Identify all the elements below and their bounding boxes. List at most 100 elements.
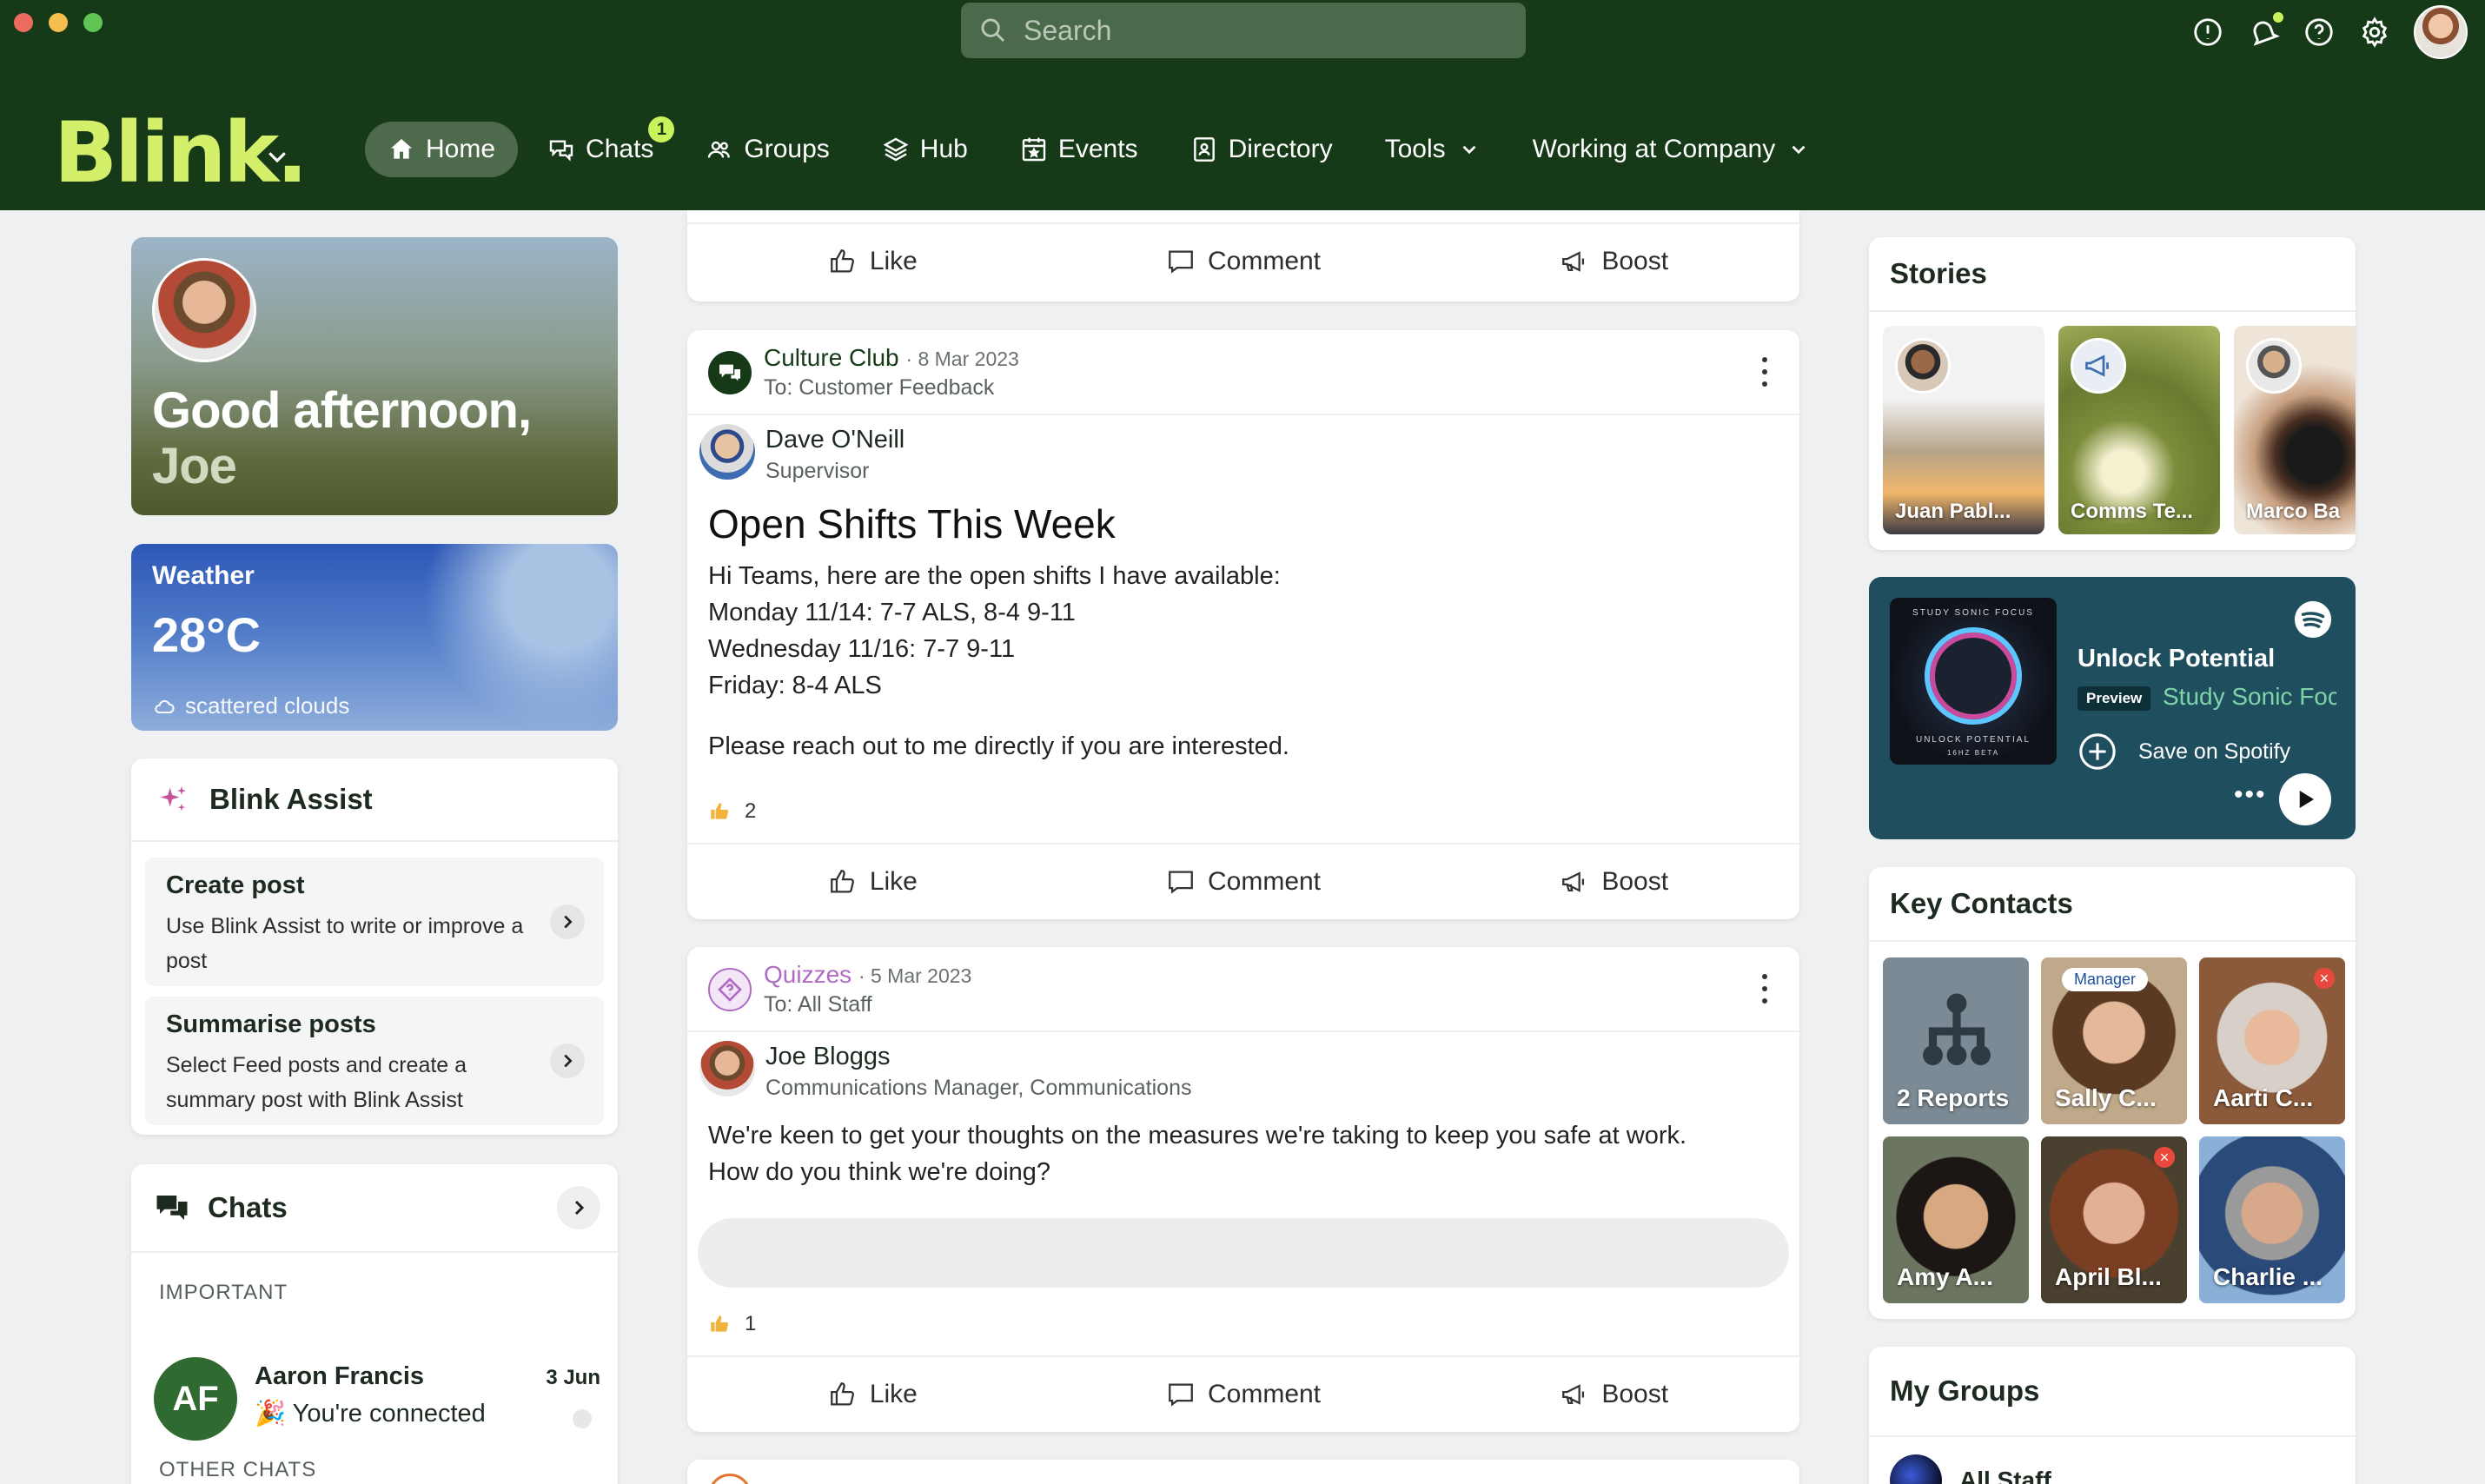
search-bar[interactable] xyxy=(961,3,1526,58)
group-avatar[interactable] xyxy=(708,968,752,1011)
post-date: · 8 Mar 2023 xyxy=(905,348,1019,370)
nav-tools[interactable]: Tools xyxy=(1362,122,1503,177)
weather-temperature: 28°C xyxy=(152,607,262,662)
save-on-spotify-label: Save on Spotify xyxy=(2138,739,2291,764)
minimize-window-button[interactable] xyxy=(49,13,68,32)
post-group-line: Culture Club · 8 Mar 2023 xyxy=(764,344,1019,372)
contact-tile[interactable]: Amy A... xyxy=(1883,1136,2029,1303)
chevron-down-icon[interactable] xyxy=(264,143,290,169)
contact-label: Sally C... xyxy=(2055,1084,2157,1111)
boost-button[interactable]: Boost xyxy=(1428,1380,1799,1409)
comment-label: Comment xyxy=(1207,247,1322,275)
top-icons xyxy=(2191,5,2468,59)
author-role: Communications Manager, Communications xyxy=(765,1076,1192,1100)
nav-events[interactable]: Events xyxy=(997,122,1161,177)
alert-icon[interactable] xyxy=(2191,16,2224,49)
like-button[interactable]: Like xyxy=(687,1380,1058,1409)
summarise-posts-action[interactable]: Summarise posts Select Feed posts and cr… xyxy=(145,997,604,1125)
remove-contact-button[interactable]: × xyxy=(2154,1147,2175,1168)
chat-row[interactable]: AF Aaron Francis 🎉 You're connected 3 Ju… xyxy=(154,1357,606,1444)
nav-groups[interactable]: Groups xyxy=(683,122,852,177)
poll-response-bar[interactable] xyxy=(698,1218,1789,1288)
contact-tile[interactable]: × Aarti C... xyxy=(2199,957,2345,1124)
comment-button[interactable]: Comment xyxy=(1058,867,1429,897)
comment-button[interactable]: Comment xyxy=(1058,247,1429,276)
group-name: All Staff xyxy=(1959,1467,2051,1484)
calendar-icon xyxy=(1022,137,1046,162)
group-avatar[interactable] xyxy=(708,351,752,394)
settings-gear-icon[interactable] xyxy=(2358,16,2391,49)
spotify-logo-icon[interactable] xyxy=(2293,600,2333,639)
thumbs-up-emoji-icon xyxy=(711,1315,729,1332)
nav-chats[interactable]: Chats 1 xyxy=(525,116,676,177)
search-icon xyxy=(981,18,1005,43)
chats-open-button[interactable] xyxy=(557,1186,600,1229)
nav-directory[interactable]: Directory xyxy=(1168,122,1355,177)
user-avatar[interactable] xyxy=(2414,5,2468,59)
greeting-text: Good afternoon, Joe xyxy=(152,383,532,494)
cloud-icon xyxy=(155,699,175,713)
boost-label: Boost xyxy=(1601,1380,1669,1408)
story-item[interactable]: Marco Ba xyxy=(2234,326,2356,534)
author-name: Dave O'Neill xyxy=(765,426,905,454)
zoom-window-button[interactable] xyxy=(83,13,103,32)
notifications-bell-icon[interactable] xyxy=(2247,10,2285,49)
more-options-icon[interactable]: ••• xyxy=(2234,780,2267,810)
cover-art xyxy=(1925,627,2022,725)
post-audience: To: All Staff xyxy=(764,992,872,1017)
megaphone-icon xyxy=(1562,871,1585,892)
post-body-line: Friday: 8-4 ALS xyxy=(708,672,882,699)
like-button[interactable]: Like xyxy=(687,867,1058,897)
create-post-go-button[interactable] xyxy=(550,904,585,939)
sparkle-icon xyxy=(160,786,186,812)
post-body-line: Wednesday 11/16: 7-7 9-11 xyxy=(708,635,1016,663)
boost-button[interactable]: Boost xyxy=(1428,247,1799,276)
quiz-icon xyxy=(718,977,742,1002)
contact-tile[interactable]: Charlie ... xyxy=(2199,1136,2345,1303)
contact-tile[interactable]: × April Bl... xyxy=(2041,1136,2187,1303)
track-artist[interactable]: Study Sonic Foc xyxy=(2163,683,2336,711)
weather-description: scattered clouds xyxy=(185,692,350,719)
post-group-name[interactable]: Quizzes xyxy=(764,961,852,988)
remove-contact-button[interactable]: × xyxy=(2314,968,2335,989)
story-item[interactable]: Juan Pabl... xyxy=(1883,326,2044,534)
nav-hub[interactable]: Hub xyxy=(859,122,991,177)
help-icon[interactable] xyxy=(2303,16,2336,49)
key-contacts-title: Key Contacts xyxy=(1869,867,2356,942)
boost-button[interactable]: Boost xyxy=(1428,867,1799,897)
group-item[interactable]: All Staff xyxy=(1890,1454,2051,1484)
top-bar: Blink. Home Chats 1 Groups Hub Events Di… xyxy=(0,0,2485,210)
track-title[interactable]: Unlock Potential xyxy=(2077,645,2275,673)
author-avatar xyxy=(699,1041,755,1096)
comment-button[interactable]: Comment xyxy=(1058,1380,1429,1409)
post-reactions[interactable]: 1 xyxy=(708,1312,756,1336)
post-group-name[interactable]: Culture Club xyxy=(764,344,899,371)
more-options-icon[interactable] xyxy=(1761,356,1768,388)
group-avatar xyxy=(1890,1454,1942,1484)
save-on-spotify-button[interactable]: Save on Spotify xyxy=(2077,732,2290,772)
post-header: Quizzes · 5 Mar 2023 To: All Staff xyxy=(687,947,1799,1032)
contact-tile[interactable]: 2 Reports xyxy=(1883,957,2029,1124)
post-reactions[interactable]: 2 xyxy=(708,799,756,824)
profile-avatar[interactable] xyxy=(152,258,256,362)
contact-tile[interactable]: Manager Sally C... xyxy=(2041,957,2187,1124)
search-input[interactable] xyxy=(1024,14,1493,47)
close-window-button[interactable] xyxy=(14,13,33,32)
nav-home[interactable]: Home xyxy=(365,122,519,177)
group-avatar[interactable] xyxy=(708,1474,752,1484)
nav-groups-label: Groups xyxy=(744,135,830,163)
album-cover[interactable]: STUDY SONIC FOCUS UNLOCK POTENTIAL 16HZ … xyxy=(1890,598,2057,765)
more-options-icon[interactable] xyxy=(1761,973,1768,1004)
chat-bubbles-icon xyxy=(719,364,740,381)
story-avatar xyxy=(2071,338,2126,394)
post-actions: Like Comment Boost xyxy=(687,1355,1799,1432)
nav-working-at-company[interactable]: Working at Company xyxy=(1510,122,1833,177)
create-post-action[interactable]: Create post Use Blink Assist to write or… xyxy=(145,858,604,986)
story-item[interactable]: Comms Te... xyxy=(2058,326,2220,534)
layers-icon xyxy=(883,137,909,162)
reaction-count: 1 xyxy=(745,1312,757,1335)
like-button[interactable]: Like xyxy=(687,247,1058,276)
play-button[interactable] xyxy=(2279,773,2331,825)
summarise-posts-go-button[interactable] xyxy=(550,1043,585,1078)
stories-card: Stories Juan Pabl... Comms Te... Marco B… xyxy=(1869,237,2356,550)
